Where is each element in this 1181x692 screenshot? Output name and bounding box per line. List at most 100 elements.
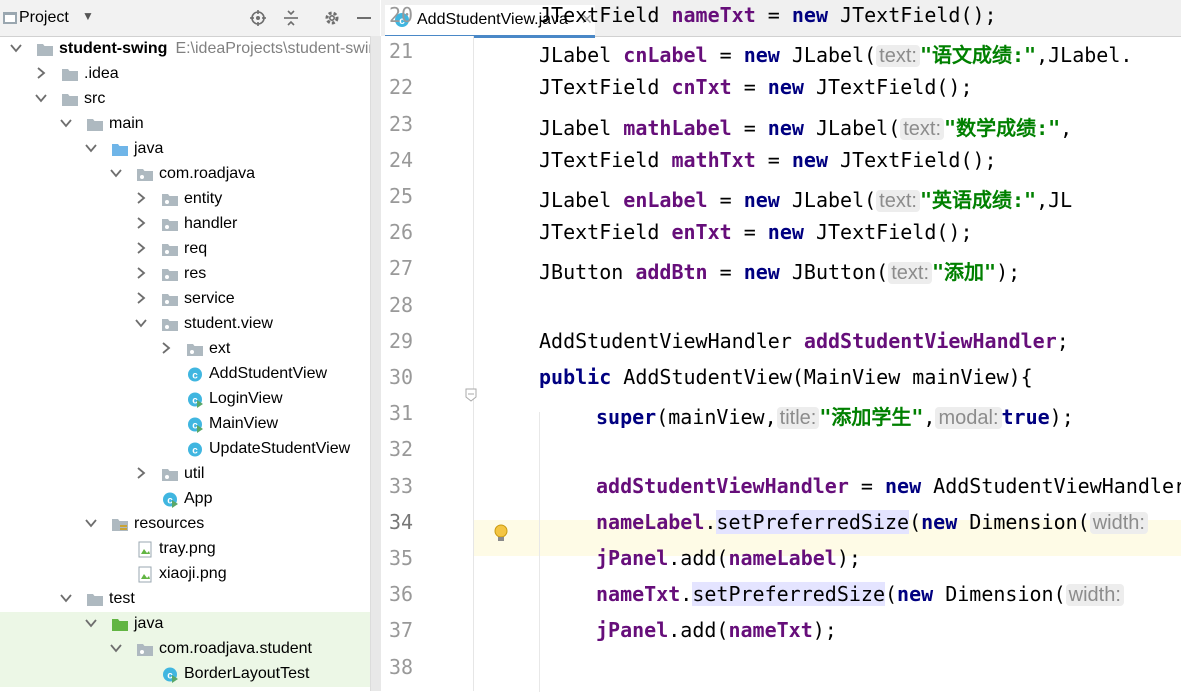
tree-item[interactable]: com.roadjava.student [0,637,370,662]
code-token: JTextField(); [803,75,973,100]
code-editor[interactable]: c AddStudentView.java ✕ 20 21 22 23 24 25 26 27… [381,0,1181,692]
tree-item[interactable]: c LoginView [0,387,370,412]
code-line[interactable]: JTextField nameTxt = new JTextField(); [539,3,997,39]
code-line[interactable]: super(mainView, title: "添加学生", modal: true); [596,401,1074,437]
code-token: new [897,582,934,607]
code-line[interactable]: JTextField mathTxt = new JTextField(); [539,148,997,184]
chevron-right-icon[interactable] [135,266,147,280]
chevron-down-icon[interactable] [60,591,72,605]
code-line[interactable]: AddStudentViewHandler addStudentViewHand… [539,329,1069,365]
project-scrollbar[interactable] [370,36,381,691]
code-token: jPanel [596,618,669,643]
chevron-down-icon[interactable] [85,616,97,630]
tree-item[interactable]: c BorderLayoutTest [0,662,370,687]
code-line[interactable]: nameTxt.setPreferredSize(new Dimension(w… [596,582,1124,618]
tree-item[interactable]: student-swing E:\ideaProjects\student-swi… [0,37,370,62]
chevron-down-icon[interactable] [110,166,122,180]
chevron-down-icon[interactable] [10,41,22,55]
code-token: JLabel [539,115,624,140]
chevron-down-icon[interactable]: ▼ [82,9,94,23]
class-run-icon: c [163,667,178,683]
tree-item[interactable]: c App [0,487,370,512]
chevron-right-icon[interactable] [135,216,147,230]
tree-item[interactable]: res [0,262,370,287]
line-number: 26 [389,220,414,245]
tree-item[interactable]: entity [0,187,370,212]
code-token: enTxt [671,220,732,245]
chevron-down-icon[interactable] [85,141,97,155]
line-number-gutter[interactable]: 20 21 22 23 24 25 26 27 28 29 30 31 32 33 34 35 36 37 38 [381,3,474,691]
tree-item[interactable]: c UpdateStudentView [0,437,370,462]
tree-item-label: tray.png [159,540,216,557]
code-line[interactable]: jPanel.add(nameTxt); [596,618,837,654]
tree-item[interactable]: java [0,137,370,162]
tree-item[interactable]: c AddStudentView [0,362,370,387]
tree-item[interactable]: .idea [0,62,370,87]
chevron-right-icon[interactable] [135,466,147,480]
chevron-down-icon[interactable] [135,316,147,330]
folder-icon [62,69,78,81]
code-line[interactable]: JButton addBtn = new JButton(text: "添加"); [539,256,1020,292]
code-line[interactable]: addStudentViewHandler = new AddStudentVi… [596,474,1181,510]
hide-icon[interactable] [356,10,372,26]
chevron-down-icon[interactable] [60,116,72,130]
chevron-right-icon[interactable] [135,241,147,255]
chevron-right-icon[interactable] [135,191,147,205]
code-line[interactable]: JTextField cnTxt = new JTextField(); [539,75,973,111]
project-panel-title[interactable]: Project [19,9,69,27]
code-line[interactable]: JLabel enLabel = new JLabel(text: "英语成绩:"… [539,184,1072,220]
collapse-all-icon[interactable] [283,10,299,26]
line-number: 20 [389,3,414,27]
chevron-right-icon[interactable] [135,291,147,305]
code-line[interactable]: public AddStudentView(MainView mainView)… [539,365,1033,401]
tree-item[interactable]: main [0,112,370,137]
chevron-right-icon[interactable] [160,341,172,355]
tree-item[interactable]: tray.png [0,537,370,562]
resource-folder-icon [112,519,128,531]
code-token: cnTxt [671,75,732,100]
code-line[interactable]: jPanel.add(nameLabel); [596,546,861,582]
code-line[interactable]: JLabel cnLabel = new JLabel(text: "语文成绩:"… [539,39,1132,75]
tree-item[interactable]: ext [0,337,370,362]
tree-item-label: com.roadjava.student [159,640,312,657]
chevron-down-icon[interactable] [85,516,97,530]
fold-icon[interactable] [465,388,477,402]
chevron-right-icon[interactable] [35,66,47,80]
chevron-down-icon[interactable] [35,91,47,105]
gear-icon[interactable] [324,10,340,26]
code-line[interactable]: nameLabel.setPreferredSize(new Dimension… [596,509,1148,546]
tree-item[interactable]: util [0,462,370,487]
code-token: setPreferredSize [692,582,885,607]
tree-item[interactable]: xiaoji.png [0,562,370,587]
code-token: new [767,75,804,100]
tree-item[interactable]: src [0,87,370,112]
tree-item[interactable]: handler [0,212,370,237]
code-token: JTextField [539,3,672,27]
tree-item-label: resources [134,515,205,532]
tree-item[interactable]: java [0,612,370,637]
locate-icon[interactable] [250,10,266,26]
svg-text:c: c [192,446,198,457]
parameter-hint: title: [776,407,820,430]
tree-item[interactable]: req [0,237,370,262]
code-token: new [791,3,828,27]
tree-item[interactable]: c MainView [0,412,370,437]
parameter-hint: text: [876,190,920,212]
tree-item[interactable]: student.view [0,312,370,337]
tree-item[interactable]: test [0,587,370,612]
chevron-down-icon[interactable] [110,641,122,655]
package-icon [162,469,178,481]
code-line[interactable]: JLabel mathLabel = new JLabel(text: "数学成绩… [539,112,1072,148]
tree-item-label: java [134,140,164,157]
line-number: 24 [389,147,414,172]
code-token: "添加学生" [819,405,924,430]
code-token: "添加" [932,260,997,285]
tree-item[interactable]: resources [0,512,370,537]
code-token: new [743,260,780,285]
tree-item[interactable]: com.roadjava [0,162,370,187]
code-token: JLabel( [779,188,877,212]
tree-item[interactable]: service [0,287,370,312]
code-line[interactable]: JTextField enTxt = new JTextField(); [539,220,973,256]
code-token: nameTxt [671,3,756,27]
lightbulb-icon[interactable] [493,524,509,544]
